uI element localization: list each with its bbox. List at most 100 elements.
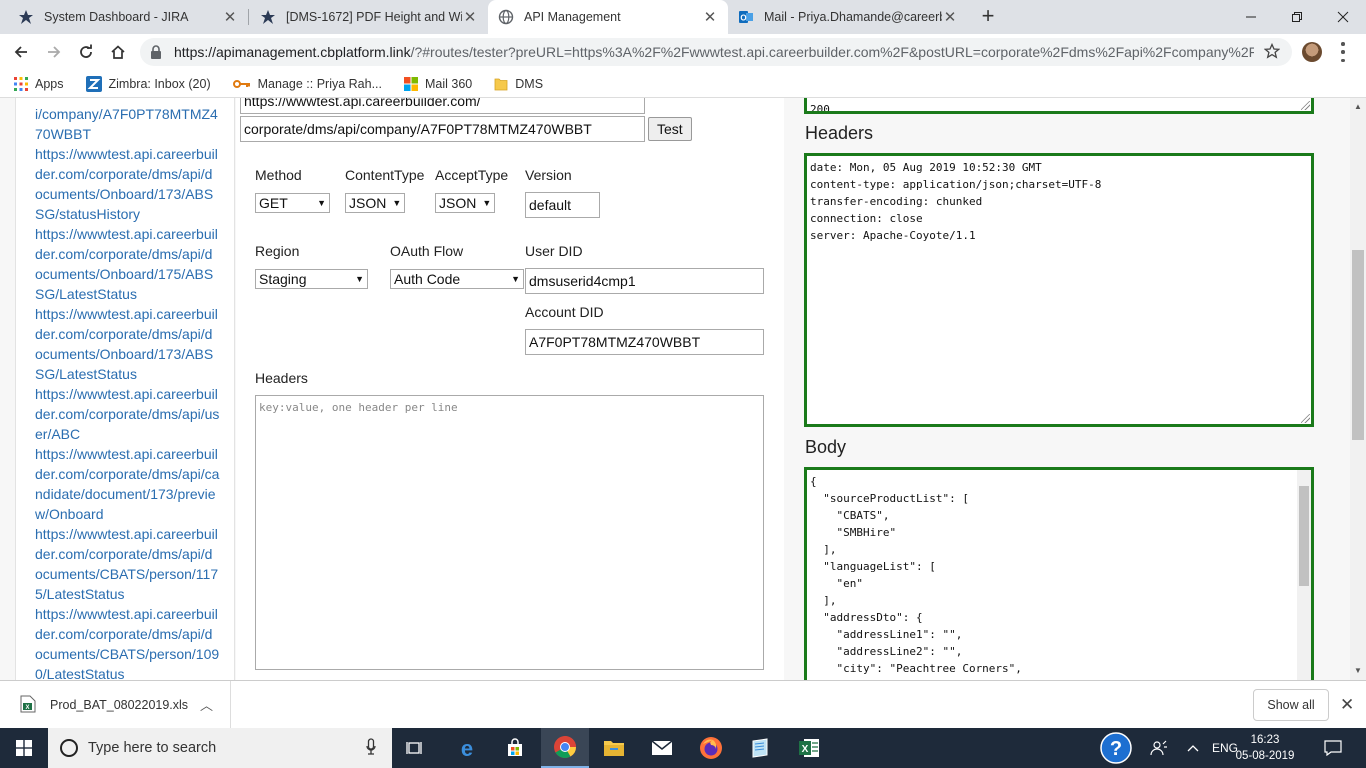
resize-handle-icon[interactable]	[1301, 414, 1310, 423]
lock-icon	[150, 44, 164, 60]
saved-request-link[interactable]: i/company/A7F0PT78MTMZ470WBBT	[35, 104, 220, 144]
test-button[interactable]: Test	[648, 117, 692, 141]
saved-request-link[interactable]: https://wwwtest.api.careerbuilder.com/co…	[35, 604, 220, 680]
contenttype-select[interactable]: JSON ▼	[345, 193, 405, 213]
restore-button[interactable]	[1274, 0, 1320, 34]
svg-text:X: X	[802, 744, 809, 755]
svg-text:?: ?	[1110, 738, 1122, 760]
chevron-up-icon[interactable]: ︿	[200, 695, 213, 714]
bookmark-label: Zimbra: Inbox (20)	[108, 76, 211, 91]
pre-url-input[interactable]: https://wwwtest.api.careerbuilder.com/	[240, 98, 645, 114]
close-icon[interactable]: ✕	[942, 8, 958, 26]
response-body-output[interactable]: { "sourceProductList": [ "CBATS", "SMBHi…	[804, 467, 1314, 680]
tab-title: Mail - Priya.Dhamande@careerb	[764, 10, 942, 24]
saved-request-link[interactable]: https://wwwtest.api.careerbuilder.com/co…	[35, 304, 220, 384]
region-select[interactable]: Staging ▼	[255, 269, 368, 289]
tab-outlook-mail[interactable]: O Mail - Priya.Dhamande@careerb ✕	[728, 0, 968, 34]
address-bar[interactable]: https://apimanagement.cbplatform.link/?#…	[140, 38, 1292, 66]
firefox-icon[interactable]	[687, 728, 735, 768]
account-did-input[interactable]: A7F0PT78MTMZ470WBBT	[525, 329, 764, 355]
cortana-icon	[60, 739, 78, 757]
page-scrollbar[interactable]: ▲ ▼	[1350, 98, 1366, 680]
system-clock[interactable]: 16:23 05-08-2019	[1234, 732, 1296, 764]
oauth-flow-select[interactable]: Auth Code ▼	[390, 269, 524, 289]
caret-down-icon: ▼	[392, 198, 402, 208]
store-icon[interactable]	[491, 728, 539, 768]
accepttype-value: JSON	[439, 195, 477, 211]
saved-request-link[interactable]: https://wwwtest.api.careerbuilder.com/co…	[35, 444, 220, 524]
excel-icon[interactable]: X	[785, 728, 833, 768]
oauth-flow-label: OAuth Flow	[390, 243, 464, 259]
profile-avatar[interactable]	[1302, 42, 1322, 62]
help-icon[interactable]: ?	[1100, 728, 1132, 768]
body-scrollbar-thumb[interactable]	[1299, 486, 1309, 586]
bookmark-mail360[interactable]: Mail 360	[404, 76, 472, 91]
forward-button[interactable]	[41, 39, 67, 65]
bookmark-label: Manage :: Priya Rah...	[257, 76, 382, 91]
mail-icon[interactable]	[638, 728, 686, 768]
download-filename: Prod_BAT_08022019.xls	[50, 698, 189, 712]
svg-text:O: O	[740, 14, 746, 23]
new-tab-button[interactable]: +	[976, 4, 1000, 28]
file-explorer-icon[interactable]	[590, 728, 638, 768]
chrome-icon[interactable]	[541, 728, 589, 768]
region-label: Region	[255, 243, 300, 259]
back-button[interactable]	[8, 39, 34, 65]
chevron-up-icon[interactable]	[1187, 728, 1199, 768]
tab-jira-issue[interactable]: [DMS-1672] PDF Height and Wid ✕	[250, 0, 488, 34]
post-url-input[interactable]: corporate/dms/api/company/A7F0PT78MTMZ47…	[240, 116, 645, 142]
close-downloads-icon[interactable]: ✕	[1340, 695, 1354, 715]
bookmark-zimbra[interactable]: Zimbra: Inbox (20)	[85, 75, 211, 92]
tab-jira-dashboard[interactable]: System Dashboard - JIRA ✕	[8, 0, 248, 34]
taskbar-search-box[interactable]: Type here to search	[48, 728, 392, 768]
caret-down-icon: ▼	[355, 274, 364, 284]
scroll-down-icon[interactable]: ▼	[1354, 666, 1362, 675]
bookmark-star-icon[interactable]	[1263, 42, 1281, 64]
method-select[interactable]: GET ▼	[255, 193, 330, 213]
edge-browser-icon[interactable]: e	[443, 728, 491, 768]
caret-down-icon: ▼	[482, 198, 492, 208]
task-view-icon[interactable]	[392, 728, 440, 768]
body-scrollbar[interactable]	[1297, 470, 1311, 680]
microphone-icon[interactable]	[366, 738, 376, 760]
resize-handle-icon[interactable]	[1301, 101, 1310, 110]
status-output[interactable]: 200	[804, 98, 1314, 114]
svg-text:X: X	[25, 705, 29, 711]
home-button[interactable]	[105, 39, 131, 65]
reload-button[interactable]	[73, 39, 99, 65]
response-headers-text: date: Mon, 05 Aug 2019 10:52:30 GMT cont…	[810, 161, 1102, 242]
windows-start-button[interactable]	[0, 728, 48, 768]
user-did-label: User DID	[525, 243, 583, 259]
close-icon[interactable]: ✕	[702, 8, 718, 26]
request-form: https://wwwtest.api.careerbuilder.com/ c…	[236, 98, 784, 680]
show-all-downloads-button[interactable]: Show all	[1253, 689, 1329, 721]
notifications-icon[interactable]	[1324, 728, 1342, 768]
accepttype-select[interactable]: JSON ▼	[435, 193, 495, 213]
saved-request-link[interactable]: https://wwwtest.api.careerbuilder.com/co…	[35, 224, 220, 304]
minimize-button[interactable]	[1228, 0, 1274, 34]
headers-textarea[interactable]: key:value, one header per line	[255, 395, 764, 670]
download-item[interactable]: X Prod_BAT_08022019.xls ︿	[0, 681, 231, 729]
close-icon[interactable]: ✕	[222, 8, 238, 26]
notepad-icon[interactable]	[736, 728, 784, 768]
user-did-input[interactable]: dmsuserid4cmp1	[525, 268, 764, 294]
bookmark-dms[interactable]: DMS	[494, 77, 543, 91]
response-headers-output[interactable]: date: Mon, 05 Aug 2019 10:52:30 GMT cont…	[804, 153, 1314, 427]
outlook-icon: O	[738, 9, 754, 25]
menu-icon[interactable]	[1340, 42, 1346, 62]
windows-taskbar: Type here to search e X ? ENG 16:23 05-0…	[0, 728, 1366, 768]
apps-grid-icon	[14, 76, 28, 91]
bookmark-manage[interactable]: Manage :: Priya Rah...	[232, 76, 382, 91]
saved-request-link[interactable]: https://wwwtest.api.careerbuilder.com/co…	[35, 144, 220, 224]
saved-request-link[interactable]: https://wwwtest.api.careerbuilder.com/co…	[35, 524, 220, 604]
bookmark-apps[interactable]: Apps	[14, 76, 64, 91]
scroll-up-icon[interactable]: ▲	[1354, 102, 1362, 111]
version-input[interactable]: default	[525, 192, 600, 218]
page-scrollbar-thumb[interactable]	[1352, 250, 1364, 440]
saved-request-link[interactable]: https://wwwtest.api.careerbuilder.com/co…	[35, 384, 220, 444]
people-icon[interactable]	[1150, 728, 1168, 768]
close-window-button[interactable]	[1320, 0, 1366, 34]
key-icon	[232, 79, 251, 89]
tab-api-management[interactable]: API Management ✕	[488, 0, 728, 34]
close-icon[interactable]: ✕	[462, 8, 478, 26]
